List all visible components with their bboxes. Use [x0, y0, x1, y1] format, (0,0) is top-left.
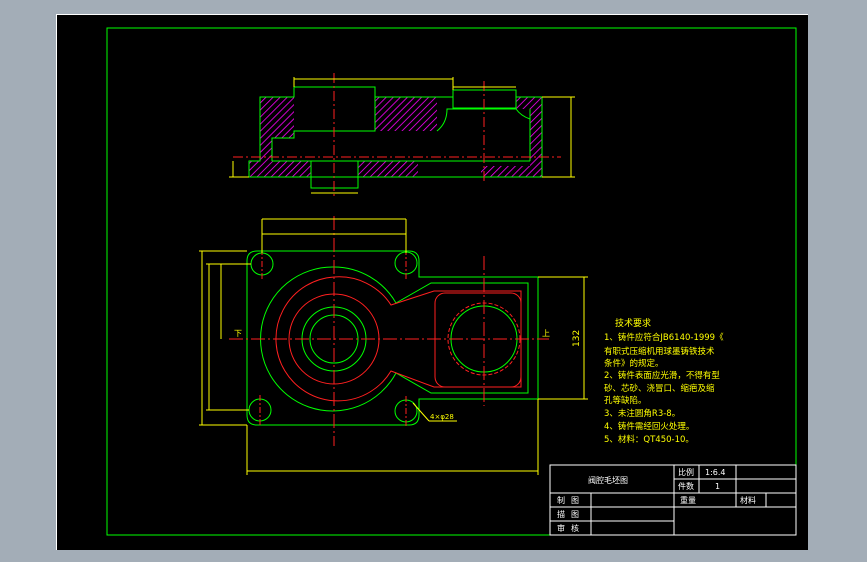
plan-view: 132 4×φ28 下 上: [199, 216, 588, 475]
quantity-label: 件数: [678, 481, 694, 491]
traced-by-label: 描图: [557, 509, 585, 519]
tech-req-line: 5、材料：QT450-10。: [604, 434, 694, 445]
drawing-viewport[interactable]: 132 4×φ28 下 上 技术要求 1、铸件应符合JB6140-1999《 有…: [56, 14, 808, 550]
technical-requirements: 技术要求 1、铸件应符合JB6140-1999《 有职式压缩机用球墨铸铁技术 条…: [604, 317, 724, 445]
tech-req-line: 有职式压缩机用球墨铸铁技术: [604, 346, 715, 357]
title-block-text: 阀腔毛坯图 比例 1:6.4 件数 1 重量 材料 制图 描图 审核: [557, 467, 756, 533]
tech-req-line: 3、未注圆角R3-8。: [604, 408, 680, 419]
tech-req-line: 2、铸件表面应光滑，不得有型: [604, 370, 720, 381]
dim-132: 132: [572, 330, 582, 347]
hatch-right-wall: [530, 97, 542, 177]
hatch-bottom-left: [249, 161, 311, 177]
checked-by-label: 审核: [557, 523, 585, 533]
plan-flange-outline: [246, 250, 539, 426]
tech-req-line: 砂、芯砂、浇冒口、缩疤及缩: [604, 383, 715, 394]
hatch-bottom-mid: [358, 161, 418, 177]
drawn-by-label: 制图: [557, 495, 585, 505]
tech-req-title: 技术要求: [615, 317, 651, 329]
drawing-frame: [106, 27, 797, 536]
scale-value: 1:6.4: [705, 468, 726, 477]
hatch-mid-top: [375, 97, 437, 131]
leader-hole: [412, 402, 430, 422]
title-block: [549, 464, 797, 536]
material-label: 材料: [740, 495, 756, 505]
scale-label: 比例: [678, 467, 694, 477]
dim-hole-callout: 4×φ28: [430, 413, 454, 421]
hatch-bottom-right: [481, 166, 539, 177]
drawing-name: 阀腔毛坯图: [588, 475, 628, 485]
section-mark-right: 上: [542, 329, 550, 338]
quantity-value: 1: [715, 482, 720, 491]
tech-req-line: 条件》的规定。: [604, 358, 664, 369]
cad-drawing: 132 4×φ28 下 上 技术要求 1、铸件应符合JB6140-1999《 有…: [106, 27, 797, 536]
section-view: [229, 73, 575, 196]
tech-req-line: 4、铸件需经回火处理。: [604, 421, 694, 432]
tech-req-line: 孔等缺陷。: [604, 395, 647, 406]
section-mark-left: 下: [234, 329, 242, 338]
tech-req-line: 1、铸件应符合JB6140-1999《: [604, 332, 724, 343]
weight-label: 重量: [680, 495, 696, 505]
